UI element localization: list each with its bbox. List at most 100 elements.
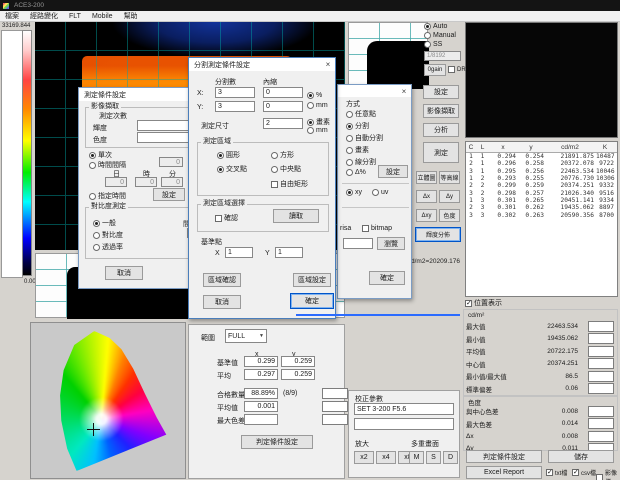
dialog-title-bar[interactable]: × <box>338 85 411 97</box>
mode-split-radio[interactable]: 分割 <box>346 121 369 131</box>
coord-xy-radio[interactable]: xy <box>346 189 362 196</box>
analyze-button[interactable]: 分析 <box>423 123 459 137</box>
exposure-ss-radio[interactable]: SS <box>424 41 442 48</box>
confirm-checkbox[interactable]: 確認 <box>215 213 238 223</box>
dialog-title-bar[interactable]: 分割測定條件設定 × <box>189 58 335 71</box>
radio-icon <box>372 189 379 196</box>
free-rect-checkbox[interactable]: 自由矩形 <box>271 179 308 189</box>
x-division-field[interactable]: 3 <box>215 87 255 98</box>
browse-button[interactable]: 瀏覽 <box>377 237 405 250</box>
menu-item[interactable]: 檔案 <box>5 11 19 21</box>
radio-icon <box>217 166 224 173</box>
ref-y-field[interactable]: 1 <box>275 247 303 258</box>
mode-pixel-radio[interactable]: 畫素 <box>346 145 369 155</box>
delta-x-button[interactable]: Δx <box>416 190 437 203</box>
cancel-button[interactable]: 取消 <box>203 295 241 309</box>
mode-label: 線分割 <box>355 157 376 167</box>
set-button[interactable]: 設定 <box>423 85 459 99</box>
ref-x-field[interactable]: 0.299 <box>244 356 278 367</box>
ref-y-field[interactable]: 0.259 <box>281 356 315 367</box>
path-field[interactable] <box>343 238 373 249</box>
table-row[interactable]: 1 3 0.301 0.265 20451.141 9334 <box>466 197 617 204</box>
mode-set-button[interactable]: 設定 <box>378 165 408 178</box>
zoom-button[interactable]: x4 <box>376 451 396 464</box>
cell-cdm2: 20451.141 <box>545 197 595 204</box>
y-division-field[interactable]: 3 <box>215 101 255 112</box>
exposure-manual-radio[interactable]: Manual <box>424 32 456 39</box>
delta-xy-button[interactable]: Δxy <box>416 209 437 222</box>
table-row[interactable]: 2 3 0.301 0.262 19435.062 8897 <box>466 204 617 211</box>
excel-report-button[interactable]: Excel Report <box>466 466 542 479</box>
menu-item[interactable]: 經路變化 <box>30 11 58 21</box>
table-row[interactable]: 2 2 0.299 0.259 20374.251 9332 <box>466 182 617 189</box>
x-inset-field[interactable]: 0 <box>263 87 303 98</box>
bitmap-checkbox[interactable]: bitmap <box>362 225 392 232</box>
y-inset-field[interactable]: 0 <box>263 101 303 112</box>
ref-x-field[interactable]: 1 <box>225 247 253 258</box>
area-square-radio[interactable]: 方形 <box>271 150 294 160</box>
area-center-radio[interactable]: 中央點 <box>271 164 301 174</box>
chroma-button[interactable]: 色度 <box>439 209 460 222</box>
save-button[interactable]: 儲存 <box>548 450 614 463</box>
table-row[interactable]: 3 2 0.298 0.257 21026.340 9516 <box>466 189 617 196</box>
transmittance-radio[interactable]: 透過率 <box>93 242 123 252</box>
judge-condition-button[interactable]: 判定條件設定 <box>466 450 542 463</box>
delta-y-button[interactable]: Δy <box>439 190 460 203</box>
csv-file-checkbox[interactable]: csv檔 <box>572 468 596 477</box>
contrast-radio[interactable]: 對比度 <box>93 230 123 240</box>
capture-button[interactable]: 影像擷取 <box>423 104 459 118</box>
single-shot-radio[interactable]: 單次 <box>89 150 112 160</box>
ref-x-label: X <box>215 250 220 257</box>
zoom-button[interactable]: x2 <box>354 451 374 464</box>
area-confirm-button[interactable]: 區域確認 <box>203 273 241 287</box>
close-icon[interactable]: × <box>321 58 335 70</box>
area-cross-radio[interactable]: 交叉點 <box>217 164 247 174</box>
mode-delta-pct-radio[interactable]: Δ% <box>346 169 366 176</box>
gain-button[interactable]: 0gain <box>424 64 446 76</box>
contour-button[interactable]: 等高線 <box>439 171 460 184</box>
unit-mm-radio[interactable]: mm <box>307 102 328 109</box>
coord-uv-radio[interactable]: uv <box>372 189 388 196</box>
menu-item[interactable]: Mobile <box>92 13 113 20</box>
measure-button[interactable]: 測定 <box>423 142 459 163</box>
normal-radio[interactable]: 一般 <box>93 218 116 228</box>
table-row[interactable]: 2 1 0.296 0.258 20372.078 9722 <box>466 160 617 167</box>
menu-item[interactable]: FLT <box>69 13 81 20</box>
mode-any-point-radio[interactable]: 任意點 <box>346 109 376 119</box>
table-row[interactable]: 3 3 0.302 0.263 20590.356 8700 <box>466 211 617 218</box>
read-button[interactable]: 讀取 <box>273 209 319 223</box>
unit-mm2-radio[interactable]: mm <box>307 127 328 134</box>
table-row[interactable]: 3 1 0.295 0.256 22463.534 10046 <box>466 168 617 175</box>
image-file-checkbox[interactable]: 影像檔 <box>596 468 618 480</box>
table-row[interactable]: 1 2 0.293 0.255 20776.730 10306 <box>466 175 617 182</box>
position-display-checkbox[interactable]: 位置表示 <box>465 298 502 308</box>
exposure-auto-radio[interactable]: Auto <box>424 23 447 30</box>
size-field[interactable]: 2 <box>263 118 303 129</box>
area-set-button[interactable]: 區域設定 <box>293 273 331 287</box>
graph-3d-button[interactable]: 立體圖 <box>416 171 437 184</box>
menu-item[interactable]: 幫助 <box>124 11 138 21</box>
ok-button[interactable]: 確定 <box>369 271 405 285</box>
multi-screen-button[interactable]: S <box>426 451 441 464</box>
stat-value: 20722.175 <box>528 348 588 355</box>
judge-condition-button[interactable]: 判定條件設定 <box>241 435 313 449</box>
table-row[interactable]: 1 1 0.294 0.254 21891.875 10487 <box>466 153 617 160</box>
mode-line-split-radio[interactable]: 線分割 <box>346 157 376 167</box>
mode-auto-split-radio[interactable]: 自動分割 <box>346 133 383 143</box>
interval-radio[interactable]: 時間間隔 <box>89 160 126 170</box>
cancel-button[interactable]: 取消 <box>105 266 143 280</box>
ok-button[interactable]: 確定 <box>290 293 334 309</box>
dr-checkbox[interactable]: DR <box>448 66 466 73</box>
range-dropdown[interactable]: FULL ▼ <box>225 329 267 343</box>
time-set-button[interactable]: 設定 <box>153 188 185 201</box>
unit-pixel-radio[interactable]: 畫素 <box>307 117 330 127</box>
multi-screen-button[interactable]: M <box>409 451 424 464</box>
multi-screen-button[interactable]: D <box>443 451 458 464</box>
unit-percent-radio[interactable]: % <box>307 92 322 99</box>
divider <box>342 183 409 184</box>
luminance-dist-button[interactable]: 輝度分佈 <box>415 227 461 242</box>
scheduled-time-radio[interactable]: 指定時間 <box>89 191 126 201</box>
area-circle-radio[interactable]: 圓形 <box>217 150 240 160</box>
txt-file-checkbox[interactable]: txt檔 <box>546 468 567 477</box>
close-icon[interactable]: × <box>397 85 411 97</box>
